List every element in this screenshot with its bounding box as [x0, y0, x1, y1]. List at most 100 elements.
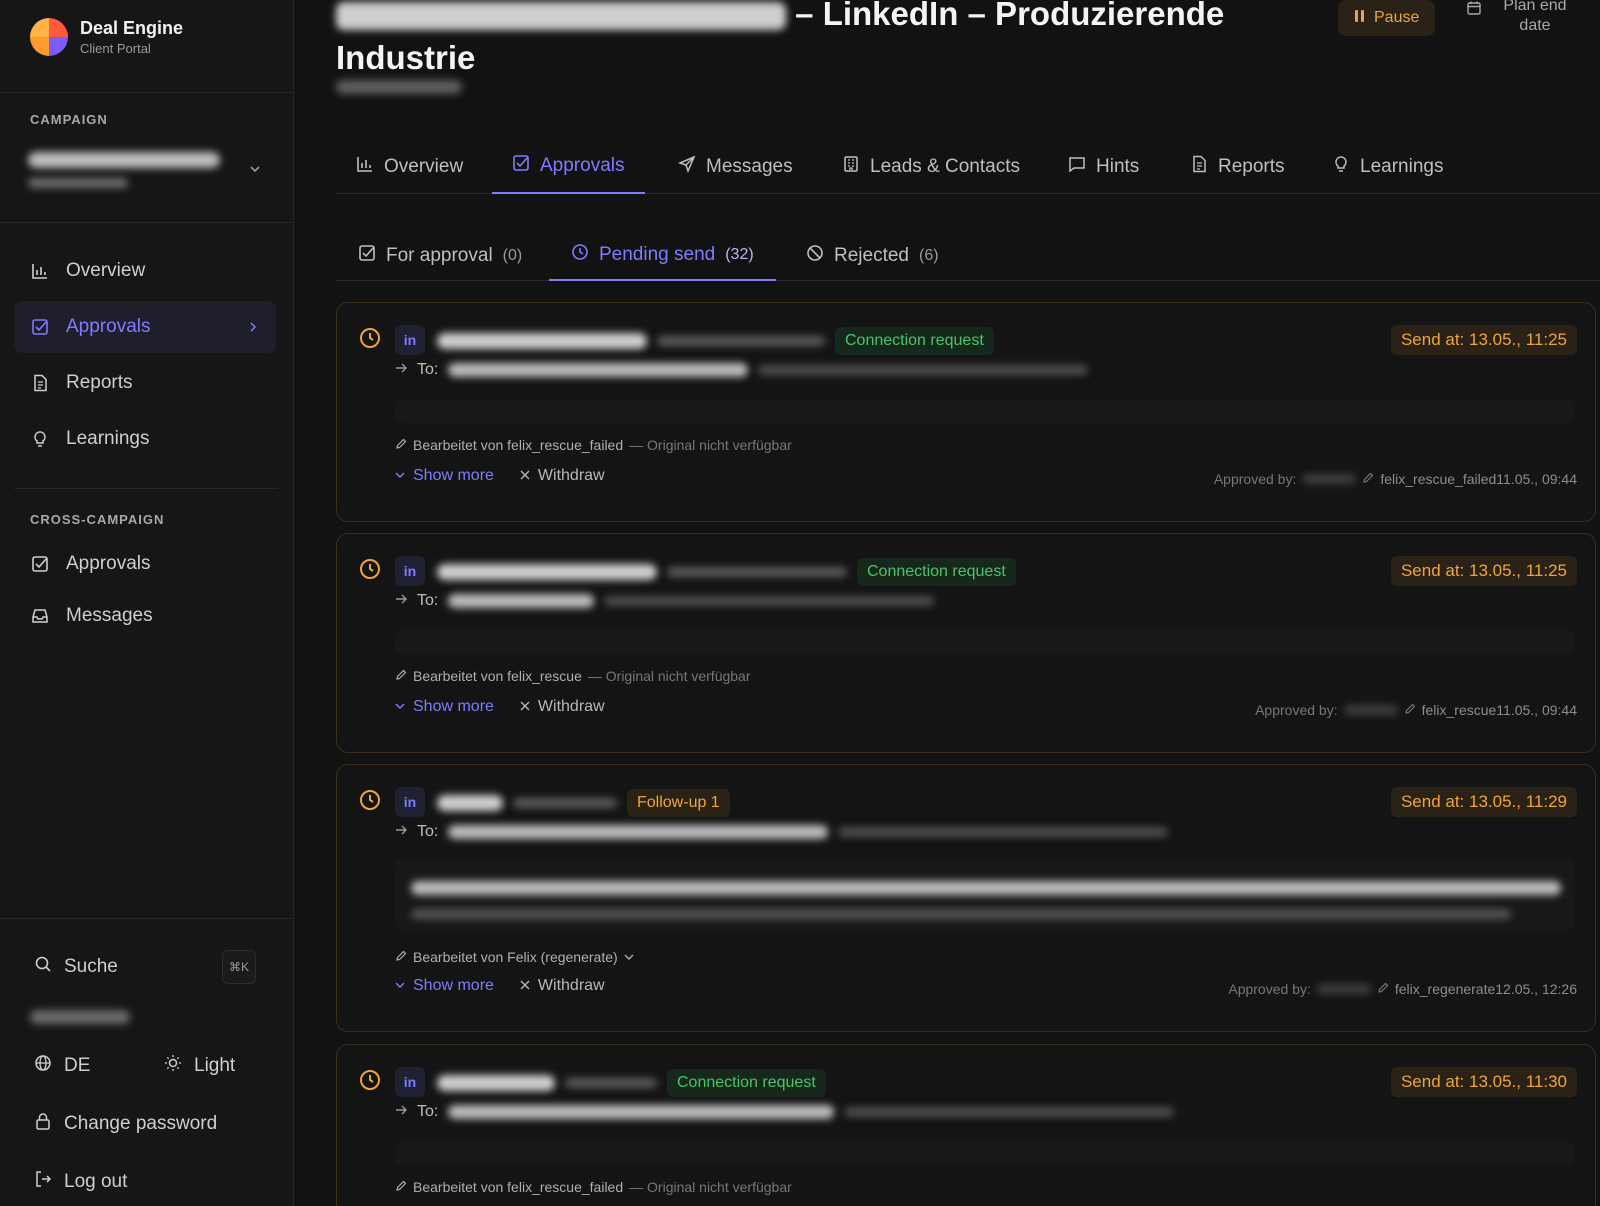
tab-reports[interactable]: Reports: [1170, 140, 1305, 194]
sidebar-item-label: Approvals: [66, 316, 151, 337]
recipient-row: To:: [395, 592, 935, 610]
approval-subtabs: For approval (0) Pending send (32) Rejec…: [336, 230, 1600, 281]
pause-button[interactable]: Pause: [1338, 0, 1436, 36]
message-type-badge: Connection request: [835, 327, 994, 355]
subtab-for-approval[interactable]: For approval (0): [336, 230, 544, 281]
tab-overview[interactable]: Overview: [336, 140, 483, 194]
tab-label: Hints: [1096, 156, 1140, 177]
subtab-label: For approval: [386, 244, 493, 266]
recipient-name-redacted: [448, 1105, 835, 1119]
approval-card: in Connection request Send at: 13.05., 1…: [336, 533, 1596, 753]
tab-learnings[interactable]: Learnings: [1312, 140, 1463, 194]
plan-end-label: Plan end date: [1503, 0, 1567, 34]
sidebar-item-reports[interactable]: Reports: [14, 357, 276, 409]
approved-meta: Approved by: felix_rescue11.05., 09:44: [1255, 702, 1577, 718]
tab-approvals[interactable]: Approvals: [492, 140, 645, 194]
sidebar-divider: [0, 918, 294, 919]
linkedin-icon: in: [395, 1067, 425, 1097]
sun-icon: [164, 1054, 182, 1078]
chevron-down-icon[interactable]: [624, 949, 634, 965]
edited-by[interactable]: Bearbeitet von Felix (regenerate): [413, 949, 618, 965]
approved-editor-time: felix_rescue11.05., 09:44: [1421, 702, 1577, 718]
show-more-label: Show more: [413, 698, 494, 715]
sidebar-item-label: Approvals: [66, 553, 151, 574]
message-square-icon: [1068, 155, 1086, 179]
tab-label: Leads & Contacts: [870, 156, 1020, 177]
sidebar-item-learnings[interactable]: Learnings: [14, 413, 276, 465]
sidebar-item-overview[interactable]: Overview: [14, 245, 276, 297]
subtab-rejected[interactable]: Rejected (6): [784, 230, 961, 281]
linkedin-icon: in: [395, 556, 425, 586]
recipient-row: To:: [395, 823, 1169, 841]
message-preview: [395, 1141, 1575, 1165]
arrow-right-icon: [395, 361, 407, 379]
company-domain-redacted: [513, 798, 617, 808]
card-actions: Show more Withdraw: [395, 977, 605, 995]
language-switcher[interactable]: DE: [34, 1054, 90, 1078]
show-more-button[interactable]: Show more: [395, 698, 494, 716]
building-icon: [842, 155, 860, 179]
approved-editor-time: felix_rescue_failed11.05., 09:44: [1380, 471, 1577, 487]
message-type-badge: Follow-up 1: [627, 789, 730, 817]
message-text-redacted: [411, 909, 1511, 919]
withdraw-button[interactable]: Withdraw: [520, 977, 605, 995]
recipient-name-redacted: [448, 825, 829, 839]
linkedin-icon: in: [395, 325, 425, 355]
sidebar-item-label: Reports: [66, 372, 133, 393]
campaign-select[interactable]: [28, 148, 264, 198]
pencil-icon: [395, 437, 407, 453]
close-icon: [520, 977, 530, 995]
company-domain-redacted: [667, 567, 847, 577]
subtab-count: (32): [725, 245, 754, 263]
approver-redacted: [1316, 984, 1371, 994]
change-password-label: Change password: [64, 1113, 218, 1134]
message-type-badge: Connection request: [667, 1069, 826, 1097]
chevron-down-icon: [395, 467, 405, 485]
send-icon: [677, 155, 696, 179]
close-icon: [520, 698, 530, 716]
theme-toggle[interactable]: Light: [164, 1054, 235, 1078]
plan-end-date-button[interactable]: Plan end date: [1466, 0, 1570, 36]
sidebar-item-cross-approvals[interactable]: Approvals: [14, 538, 276, 590]
brand[interactable]: Deal Engine Client Portal: [30, 18, 183, 56]
sidebar: Deal Engine Client Portal CAMPAIGN Overv…: [0, 0, 294, 1206]
search-shortcut: ⌘K: [222, 950, 256, 984]
card-actions: Show more Withdraw: [395, 698, 605, 716]
recipient-url-redacted: [604, 596, 935, 606]
tab-leads-contacts[interactable]: Leads & Contacts: [822, 140, 1040, 194]
approved-by-label: Approved by:: [1255, 702, 1338, 718]
main-content: – LinkedIn – Produzierende Industrie Pau…: [294, 0, 1600, 1206]
calendar-icon: [1466, 0, 1482, 21]
withdraw-button[interactable]: Withdraw: [520, 467, 605, 485]
recipient-name-redacted: [448, 594, 595, 608]
show-more-button[interactable]: Show more: [395, 977, 494, 995]
tab-messages[interactable]: Messages: [658, 140, 813, 194]
pencil-icon: [1362, 471, 1374, 487]
search-button[interactable]: Suche: [34, 955, 118, 979]
company-row: Connection request: [437, 1069, 826, 1097]
send-at-badge: Send at: 13.05., 11:25: [1390, 325, 1577, 355]
brand-logo: [30, 18, 68, 56]
recipient-url-redacted: [838, 827, 1169, 837]
campaign-title-redacted: [336, 2, 786, 31]
chevron-down-icon: [248, 162, 264, 178]
check-square-icon: [358, 244, 376, 268]
subtab-pending-send[interactable]: Pending send (32): [549, 230, 776, 281]
sidebar-item-label: Messages: [66, 605, 153, 626]
sidebar-item-approvals[interactable]: Approvals: [14, 301, 276, 353]
withdraw-label: Withdraw: [537, 698, 605, 715]
chevron-down-icon: [395, 977, 405, 995]
bar-chart-icon: [356, 155, 374, 179]
withdraw-button[interactable]: Withdraw: [520, 698, 605, 716]
logout-button[interactable]: Log out: [34, 1170, 127, 1194]
sidebar-item-label: Overview: [66, 260, 146, 281]
arrow-right-icon: [395, 823, 407, 841]
sidebar-item-cross-messages[interactable]: Messages: [14, 590, 276, 642]
change-password-button[interactable]: Change password: [34, 1112, 217, 1136]
message-text-redacted: [411, 881, 1561, 895]
tab-hints[interactable]: Hints: [1048, 140, 1159, 194]
bar-chart-icon: [30, 261, 50, 281]
show-more-button[interactable]: Show more: [395, 467, 494, 485]
linkedin-icon: in: [395, 787, 425, 817]
globe-icon: [34, 1054, 52, 1078]
